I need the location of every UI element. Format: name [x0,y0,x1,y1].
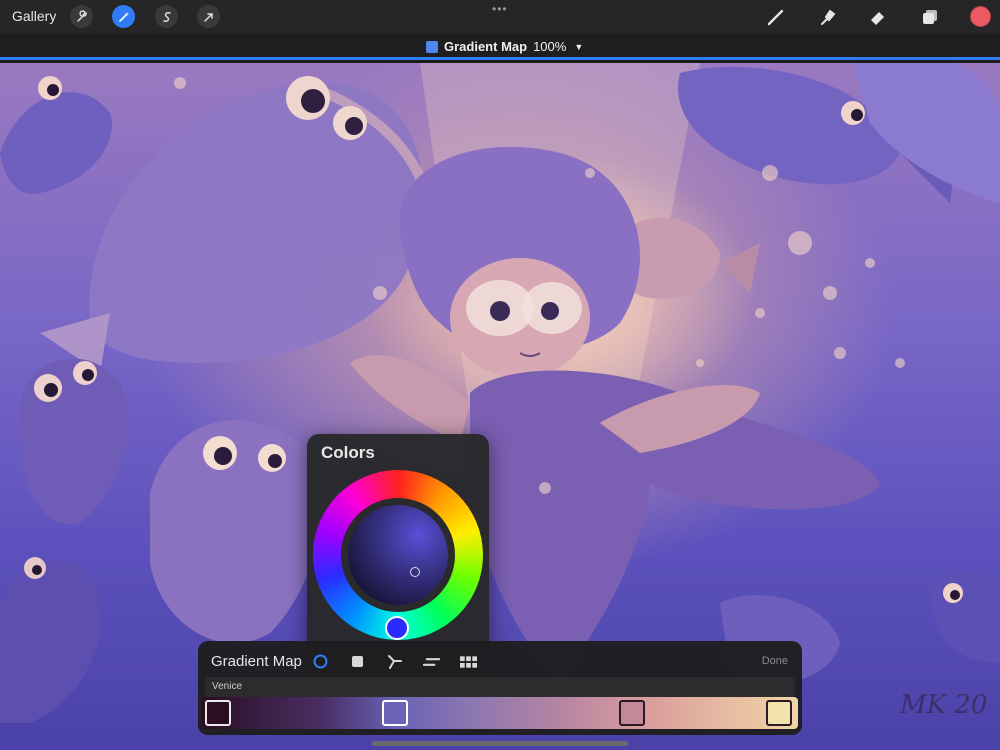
fish-top-right [678,63,1000,203]
adjustment-selector[interactable]: Gradient Map 100% ▼ [426,39,583,54]
gradient-stop[interactable] [619,700,645,726]
adjustment-percent: 100% [533,39,566,54]
gallery-button[interactable]: Gallery [12,8,56,24]
transform-arrow-icon[interactable] [197,5,220,28]
girl-arm-left [350,355,470,443]
gradient-map-panel: Gradient Map Done Venice [198,641,802,735]
selection-icon[interactable] [155,5,178,28]
caret-down-icon: ▼ [574,42,583,52]
layer-thumbnail-icon [426,41,438,53]
artist-signature: MK 20 [899,690,987,720]
wrench-icon[interactable] [70,5,93,28]
gradient-library-row[interactable]: Venice [205,677,795,697]
top-toolbar: Gallery ••• [0,0,1000,33]
fish-bottom-left [150,420,321,643]
harmony-mode-icon[interactable] [386,653,403,670]
fish-small-left [0,76,112,194]
colors-title: Colors [321,443,375,463]
fish-mid-left [19,358,127,524]
smudge-icon[interactable] [816,5,840,29]
hue-ring-gap [341,498,455,612]
gradient-stop[interactable] [766,700,792,726]
gradient-stop-selected[interactable] [382,700,408,726]
adjustment-bar: Gradient Map 100% ▼ [0,33,1000,60]
brush-icon[interactable] [764,5,788,29]
magic-wand-icon[interactable] [112,5,135,28]
eraser-icon[interactable] [866,5,890,29]
home-indicator [372,741,628,746]
current-color-swatch[interactable] [970,6,991,27]
hue-ring[interactable] [313,470,483,640]
adjustment-name: Gradient Map [444,39,527,54]
fish-lower-left [0,557,102,723]
palettes-mode-icon[interactable] [460,653,477,670]
classic-mode-icon[interactable] [349,653,366,670]
saturation-brightness-disc[interactable] [348,505,448,605]
hue-selector-marker[interactable] [385,616,409,640]
gradient-bar[interactable] [202,697,798,729]
color-mode-tabs [312,653,477,670]
girl-face [450,258,590,378]
layers-icon[interactable] [918,5,942,29]
value-mode-icon[interactable] [423,653,440,670]
disc-mode-icon[interactable] [312,653,329,670]
gradient-map-title: Gradient Map [211,653,302,670]
gradient-name: Venice [212,681,242,692]
color-picker-marker[interactable] [410,567,420,577]
done-button[interactable]: Done [762,655,788,667]
more-dots-icon[interactable]: ••• [492,2,508,16]
gradient-stop[interactable] [205,700,231,726]
